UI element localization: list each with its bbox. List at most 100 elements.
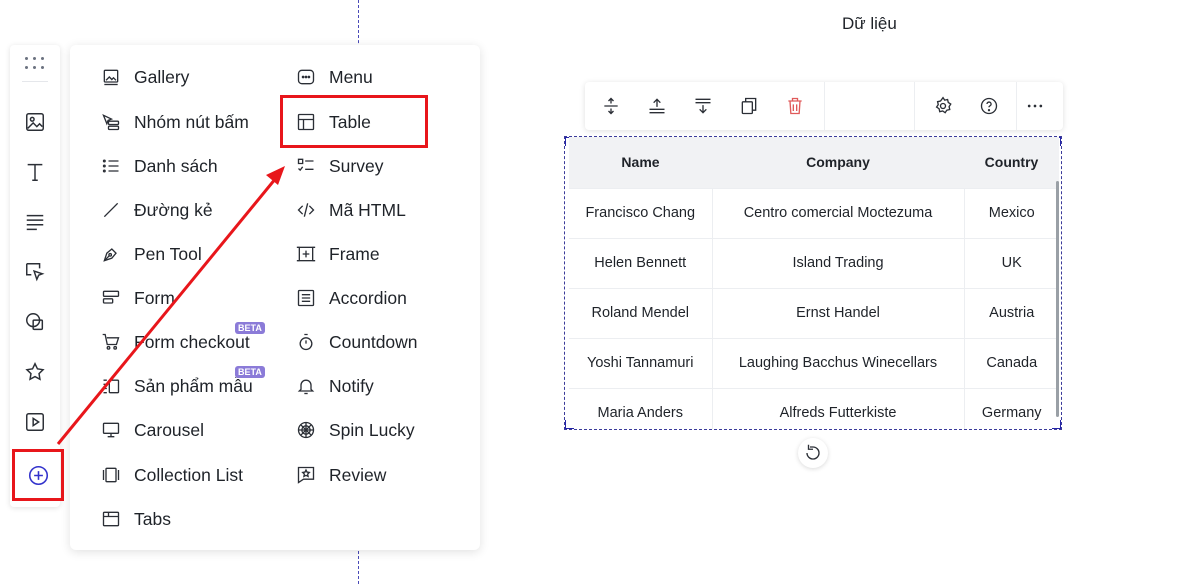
menu-item-carousel[interactable]: Carousel <box>100 415 204 445</box>
collection-list-icon <box>100 464 122 486</box>
column-header[interactable]: Company <box>712 137 964 188</box>
menu-item-html-code[interactable]: Mã HTML <box>295 195 406 225</box>
menu-item-form[interactable]: Form <box>100 283 175 313</box>
menu-item-collection-list[interactable]: Collection List <box>100 460 243 490</box>
table-cell[interactable]: Centro comercial Moctezuma <box>712 187 965 238</box>
menu-item-button-group[interactable]: Nhóm nút bấm <box>100 107 249 137</box>
toolbar-divider <box>914 82 915 130</box>
help-icon <box>980 97 998 115</box>
frame-icon <box>295 243 317 265</box>
table-row: Francisco Chang Centro comercial Moctezu… <box>569 187 1059 238</box>
code-icon <box>295 199 317 221</box>
table-cell[interactable]: Yoshi Tannamuri <box>569 337 713 388</box>
data-button[interactable]: Dữ liệu <box>842 14 897 34</box>
row-height-icon <box>604 97 618 115</box>
table-cell[interactable]: Alfreds Futterkiste <box>712 387 965 429</box>
accordion-icon <box>295 287 317 309</box>
menu-item-review[interactable]: Review <box>295 460 386 490</box>
table-cell[interactable]: Laughing Bacchus Winecellars <box>712 337 965 388</box>
table-cell[interactable]: Germany <box>964 387 1059 429</box>
more-button[interactable] <box>1021 92 1049 120</box>
left-toolbar <box>10 45 64 507</box>
rotate-button[interactable] <box>798 438 828 468</box>
countdown-icon <box>295 331 317 353</box>
table-row: Helen Bennett Island Trading UK <box>569 237 1059 288</box>
menu-item-accordion[interactable]: Accordion <box>295 283 407 313</box>
duplicate-button[interactable] <box>735 92 763 120</box>
pen-tool-icon <box>100 243 122 265</box>
table-cell[interactable]: Maria Anders <box>569 387 713 429</box>
settings-icon <box>935 96 952 114</box>
form-icon <box>100 287 122 309</box>
tabs-icon <box>100 508 122 530</box>
toolbar-divider <box>824 82 825 130</box>
insert-row-below-button[interactable] <box>689 92 717 120</box>
table-cell[interactable]: UK <box>964 237 1059 288</box>
table-cell[interactable]: Austria <box>964 287 1059 338</box>
table-cell[interactable]: Helen Bennett <box>569 237 713 288</box>
star-icon[interactable] <box>21 358 49 386</box>
rotate-icon <box>806 444 820 460</box>
paragraph-icon[interactable] <box>21 208 49 236</box>
table-cell[interactable]: Ernst Handel <box>712 287 965 338</box>
toolbar-divider <box>22 81 48 82</box>
table-element[interactable]: Name Company Country Francisco Chang Cen… <box>564 136 1062 430</box>
beta-badge: BETA <box>235 366 265 378</box>
image-icon[interactable] <box>21 108 49 136</box>
column-header[interactable]: Name <box>569 137 712 188</box>
menu-item-list[interactable]: Danh sách <box>100 151 218 181</box>
shapes-icon[interactable] <box>21 308 49 336</box>
data-table: Name Company Country Francisco Chang Cen… <box>569 137 1059 429</box>
list-icon <box>100 155 122 177</box>
menu-item-notify[interactable]: Notify <box>295 371 374 401</box>
add-element-button[interactable] <box>12 449 64 501</box>
insert-row-above-button[interactable] <box>643 92 671 120</box>
menu-item-gallery[interactable]: Gallery <box>100 62 189 92</box>
gallery-icon <box>100 66 122 88</box>
video-icon[interactable] <box>21 408 49 436</box>
table-highlight-box <box>280 95 428 148</box>
table-cell[interactable]: Roland Mendel <box>569 287 713 338</box>
cursor-select-icon[interactable] <box>21 258 49 286</box>
vertical-scrollbar[interactable] <box>1056 181 1059 417</box>
menu-item-countdown[interactable]: Countdown <box>295 327 418 357</box>
menu-item-sample-product[interactable]: Sản phẩm mẫu <box>100 371 253 401</box>
drag-handle-icon[interactable] <box>23 57 47 71</box>
line-icon <box>100 199 122 221</box>
add-circle-icon <box>28 465 49 486</box>
column-header[interactable]: Country <box>964 137 1059 188</box>
table-cell[interactable]: Mexico <box>964 187 1059 238</box>
bell-icon <box>295 375 317 397</box>
menu-item-pen-tool[interactable]: Pen Tool <box>100 239 202 269</box>
beta-badge: BETA <box>235 322 265 334</box>
menu-item-menu[interactable]: Menu <box>295 62 373 92</box>
text-icon[interactable] <box>21 158 49 186</box>
help-button[interactable] <box>975 92 1003 120</box>
button-group-icon <box>100 111 122 133</box>
carousel-icon <box>100 419 122 441</box>
menu-item-frame[interactable]: Frame <box>295 239 380 269</box>
menu-icon <box>295 66 317 88</box>
insert-row-below-icon <box>695 98 711 114</box>
table-row: Roland Mendel Ernst Handel Austria <box>569 287 1059 338</box>
row-height-button[interactable] <box>597 92 625 120</box>
cart-icon <box>100 331 122 353</box>
table-row: Yoshi Tannamuri Laughing Bacchus Winecel… <box>569 337 1059 388</box>
menu-item-spin-lucky[interactable]: Spin Lucky <box>295 415 415 445</box>
duplicate-icon <box>741 97 757 115</box>
menu-item-line[interactable]: Đường kẻ <box>100 195 213 225</box>
table-cell[interactable]: Francisco Chang <box>569 187 713 238</box>
menu-item-tabs[interactable]: Tabs <box>100 504 171 534</box>
toolbar-divider <box>1016 82 1017 130</box>
settings-button[interactable] <box>929 92 957 120</box>
spin-wheel-icon <box>295 419 317 441</box>
delete-button[interactable] <box>781 92 809 120</box>
table-cell[interactable]: Island Trading <box>712 237 965 288</box>
table-row: Maria Anders Alfreds Futterkiste Germany <box>569 387 1059 429</box>
table-header-row: Name Company Country <box>569 137 1059 188</box>
menu-item-form-checkout[interactable]: Form checkout <box>100 327 250 357</box>
table-cell[interactable]: Canada <box>964 337 1059 388</box>
menu-item-survey[interactable]: Survey <box>295 151 383 181</box>
review-icon <box>295 464 317 486</box>
more-icon <box>1027 104 1043 108</box>
